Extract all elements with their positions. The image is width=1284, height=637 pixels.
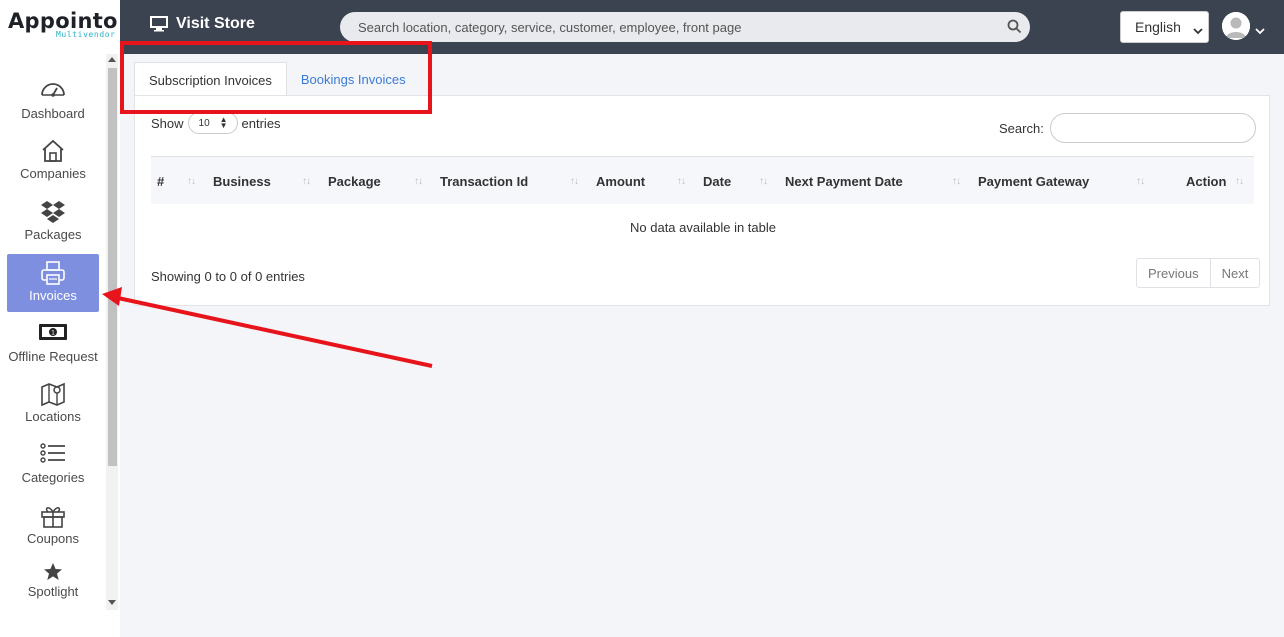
annotation-arrow [102, 287, 433, 368]
